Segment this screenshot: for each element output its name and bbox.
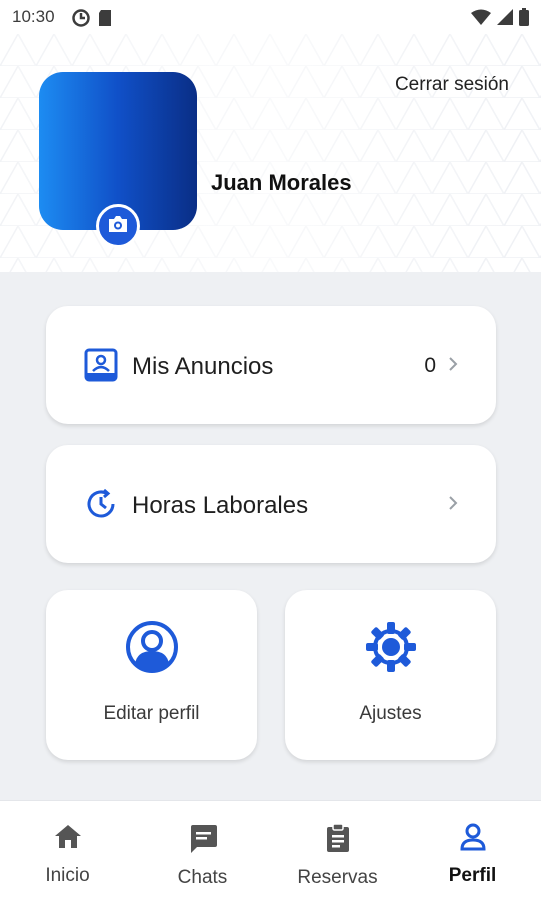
nav-home-label: Inicio <box>45 865 90 886</box>
chat-icon <box>187 823 219 860</box>
user-name: Juan Morales <box>211 170 352 195</box>
nav-reservations-label: Reservas <box>297 867 378 888</box>
logout-link[interactable]: Cerrar sesión <box>395 74 509 96</box>
user-circle-icon <box>125 620 179 674</box>
profile-header: Juan Morales Cerrar sesión <box>0 34 541 272</box>
nav-reservations[interactable]: Reservas <box>270 801 405 900</box>
home-icon <box>53 823 83 854</box>
my-listings-count: 0 <box>424 354 436 377</box>
clipboard-icon <box>325 823 351 858</box>
my-listings-label: Mis Anuncios <box>132 353 274 380</box>
sd-card-icon <box>98 9 112 32</box>
settings-label: Ajustes <box>359 703 422 724</box>
camera-icon <box>107 215 129 238</box>
edit-profile-tile[interactable]: Editar perfil <box>46 590 257 760</box>
listing-icon <box>84 348 118 382</box>
wifi-icon <box>471 9 491 30</box>
nav-chats-label: Chats <box>177 867 228 888</box>
change-photo-button[interactable] <box>96 204 140 248</box>
my-listings-card[interactable]: Mis Anuncios 0 <box>46 306 496 424</box>
clock-icon <box>84 487 118 521</box>
nav-chats[interactable]: Chats <box>135 801 270 900</box>
signal-icon <box>497 9 513 30</box>
working-hours-label: Horas Laborales <box>132 492 309 519</box>
nav-profile[interactable]: Perfil <box>405 801 540 900</box>
edit-profile-label: Editar perfil <box>103 703 200 724</box>
chevron-right-icon <box>448 356 458 377</box>
working-hours-card[interactable]: Horas Laborales <box>46 445 496 563</box>
status-time: 10:30 <box>12 7 55 26</box>
nav-profile-label: Perfil <box>448 865 497 886</box>
battery-icon <box>519 8 529 31</box>
status-bar: 10:30 <box>0 0 541 34</box>
data-saver-icon <box>72 9 90 32</box>
gear-icon <box>364 620 418 674</box>
nav-home[interactable]: Inicio <box>0 801 135 900</box>
person-icon <box>459 823 487 856</box>
bottom-nav: Inicio Chats Reservas Perfil <box>0 800 541 900</box>
settings-tile[interactable]: Ajustes <box>285 590 496 760</box>
chevron-right-icon <box>448 495 458 516</box>
